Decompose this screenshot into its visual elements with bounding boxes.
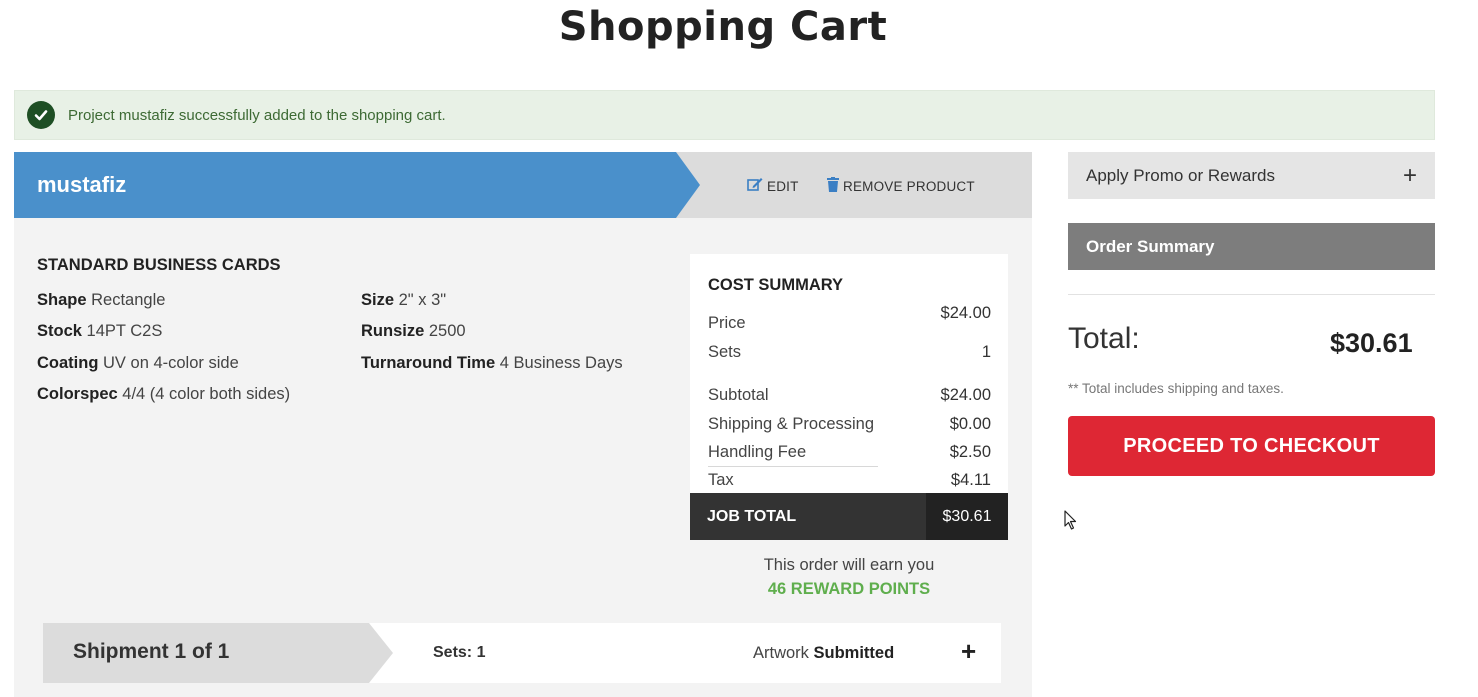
job-total-label: JOB TOTAL [707, 508, 797, 525]
cart-product-panel: mustafiz EDIT REMOVE PRODUCT STANDARD BU… [14, 152, 1032, 697]
cost-row-handling: Handling Fee $2.50 [708, 443, 991, 462]
cost-label: Handling Fee [708, 443, 807, 461]
spec-runsize: Runsize 2500 [361, 322, 466, 341]
shipment-expand-icon[interactable]: + [961, 636, 976, 667]
cost-label: Tax [708, 471, 734, 489]
spec-value: UV on 4-color side [103, 354, 239, 372]
spec-value: Rectangle [91, 291, 166, 309]
spec-label: Coating [37, 354, 99, 372]
spec-colorspec: Colorspec 4/4 (4 color both sides) [37, 385, 290, 404]
spec-coating: Coating UV on 4-color side [37, 354, 239, 373]
cost-divider [708, 466, 878, 467]
cost-label: Subtotal [708, 386, 769, 404]
edit-label: EDIT [767, 178, 799, 194]
artwork-status: Artwork Submitted [753, 644, 894, 663]
spec-label: Size [361, 291, 395, 309]
total-label: Total: [1068, 322, 1140, 355]
cost-row-tax: Tax $4.11 [708, 471, 991, 490]
cost-value: $4.11 [950, 471, 991, 489]
cost-value: $2.50 [949, 443, 991, 461]
proceed-to-checkout-button[interactable]: PROCEED TO CHECKOUT [1068, 416, 1435, 476]
spec-label: Shape [37, 291, 87, 309]
spec-label: Runsize [361, 322, 425, 340]
spec-label: Colorspec [37, 385, 118, 403]
cost-row-price: Price $24.00 [708, 304, 991, 333]
promo-label: Apply Promo or Rewards [1086, 165, 1275, 185]
spec-value: 4/4 (4 color both sides) [122, 385, 291, 403]
cost-summary: COST SUMMARY Price $24.00 Sets 1 Subtota… [690, 254, 1008, 540]
spec-value: 4 Business Days [499, 354, 623, 372]
cost-value: $24.00 [940, 386, 991, 404]
success-alert: Project mustafiz successfully added to t… [14, 90, 1435, 140]
cost-row-subtotal: Subtotal $24.00 [708, 386, 991, 405]
plus-icon: + [1402, 161, 1417, 189]
shipment-label: Shipment 1 of 1 [73, 640, 230, 663]
reward-points: 46 REWARD POINTS [767, 580, 931, 598]
cost-row-sets: Sets 1 [708, 343, 991, 362]
remove-product-label: REMOVE PRODUCT [843, 178, 975, 194]
total-note: ** Total includes shipping and taxes. [1068, 381, 1284, 396]
edit-button[interactable]: EDIT [747, 177, 799, 195]
order-summary-label: Order Summary [1086, 236, 1215, 256]
edit-icon [747, 177, 763, 195]
cost-value: 1 [981, 343, 991, 361]
job-total-value: $30.61 [926, 493, 1008, 540]
page-title: Shopping Cart [558, 4, 888, 50]
check-circle-icon [27, 101, 55, 129]
cost-summary-title: COST SUMMARY [708, 276, 844, 294]
cost-label: Sets [708, 343, 742, 361]
spec-value: 14PT C2S [86, 322, 163, 340]
alert-message: Project mustafiz successfully added to t… [68, 106, 446, 124]
spec-value: 2500 [428, 322, 466, 340]
sidebar-divider [1068, 294, 1435, 295]
spec-label: Stock [37, 322, 82, 340]
product-header: mustafiz EDIT REMOVE PRODUCT [14, 152, 1032, 218]
cost-value: $0.00 [949, 415, 991, 433]
reward-text: This order will earn you [763, 556, 935, 574]
job-total: JOB TOTAL $30.61 [690, 493, 1008, 540]
apply-promo-toggle[interactable]: Apply Promo or Rewards + [1068, 152, 1435, 199]
shipment-sets: Sets: 1 [433, 644, 486, 661]
spec-turnaround: Turnaround Time 4 Business Days [361, 354, 623, 373]
artwork-label: Artwork [753, 644, 809, 662]
spec-shape: Shape Rectangle [37, 291, 165, 310]
cost-value: $24.00 [940, 304, 991, 322]
artwork-status-value: Submitted [813, 644, 895, 662]
shipment-row[interactable]: Shipment 1 of 1 Sets: 1 Artwork Submitte… [43, 623, 1001, 683]
remove-product-button[interactable]: REMOVE PRODUCT [827, 177, 975, 195]
cost-label: Shipping & Processing [708, 415, 875, 433]
order-summary-header: Order Summary [1068, 223, 1435, 270]
spec-value: 2" x 3" [398, 291, 447, 309]
cost-label: Price [708, 314, 746, 332]
spec-size: Size 2" x 3" [361, 291, 446, 310]
spec-label: Turnaround Time [361, 354, 496, 372]
cost-row-shipping: Shipping & Processing $0.00 [708, 415, 991, 434]
reward-points-info: This order will earn you 46 REWARD POINT… [690, 553, 1008, 601]
product-name: mustafiz [37, 172, 127, 197]
product-type: STANDARD BUSINESS CARDS [37, 256, 281, 274]
total-value: $30.61 [1330, 328, 1413, 358]
spec-stock: Stock 14PT C2S [37, 322, 162, 341]
mouse-cursor-icon [1064, 510, 1078, 535]
trash-icon [827, 177, 839, 195]
